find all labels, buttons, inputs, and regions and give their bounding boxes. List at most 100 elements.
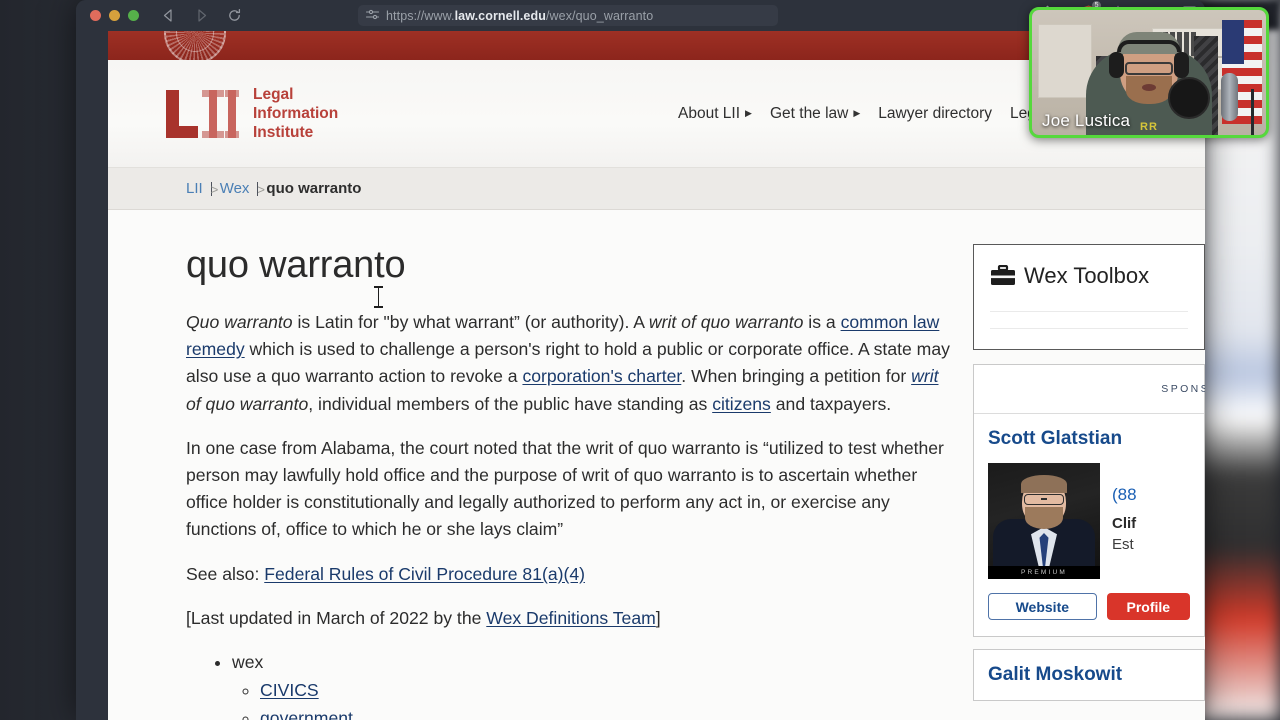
- last-updated-prefix: [Last updated in March of 2022 by the: [186, 607, 487, 628]
- p1-text-8: , individual members of the public have …: [308, 393, 713, 414]
- definition-paragraph: Quo warranto is Latin for "by what warra…: [186, 309, 951, 418]
- webcam-participant-name: Joe Lustica: [1042, 111, 1131, 130]
- taxonomy-root: wex CIVICS government COMMERCE business …: [232, 649, 951, 720]
- zoom-window-button[interactable]: [128, 10, 139, 21]
- link-citizens[interactable]: citizens: [712, 394, 771, 414]
- nav-item-get-the-law[interactable]: Get the law ▶: [770, 105, 860, 123]
- sponsored-header: SPONSORED: [974, 365, 1205, 414]
- lii-logo-line-2: Information: [253, 105, 339, 122]
- sponsor-headshot: PREMIUM: [988, 463, 1100, 579]
- forward-button[interactable]: [194, 8, 209, 23]
- webcam-pop-filter: [1168, 77, 1210, 119]
- chevron-right-icon: ▶: [745, 108, 752, 118]
- toolbox-divider: [990, 328, 1188, 329]
- sponsored-label: SPONSORED: [1161, 383, 1205, 395]
- url-domain: law.cornell.edu: [454, 8, 546, 23]
- back-button[interactable]: [161, 8, 176, 23]
- webcam-overlay[interactable]: RR Joe Lustica: [1029, 7, 1269, 138]
- sponsor-details-row: PREMIUM (88 Clif Est: [988, 463, 1190, 579]
- breadcrumb: LII > Wex > quo warranto: [108, 168, 1205, 210]
- lii-logo-line-3: Institute: [253, 124, 314, 141]
- breadcrumb-separator: >: [257, 181, 266, 197]
- link-corporations-charter[interactable]: corporation's charter: [522, 366, 681, 386]
- p1-text-9: and taxpayers.: [770, 393, 892, 414]
- sponsored-panel: SPONSORED Scott Glatstian: [973, 364, 1205, 637]
- screen: https://www.law.cornell.edu/wex/quo_warr…: [0, 0, 1280, 720]
- taxonomy-root-label: wex: [232, 652, 264, 673]
- sponsor-buttons: Website Profile: [988, 593, 1190, 620]
- see-also-label: See also:: [186, 563, 265, 584]
- lii-logo[interactable]: Legal Information Institute: [162, 85, 338, 142]
- article: quo warranto Quo warranto is Latin for "…: [108, 210, 951, 720]
- breadcrumb-current: quo warranto: [266, 180, 362, 197]
- premium-badge: PREMIUM: [988, 566, 1100, 579]
- webcam-headphone-band: [1117, 40, 1181, 52]
- website-button[interactable]: Website: [988, 593, 1097, 620]
- list-item: government: [260, 705, 951, 720]
- webcam-microphone: [1221, 73, 1238, 121]
- wex-toolbox-title: Wex Toolbox: [990, 263, 1188, 289]
- sidebar: Wex Toolbox SPONSORED Scott Glatstian: [973, 210, 1205, 720]
- nav-label: About LII: [678, 104, 741, 122]
- webcam-shirt-text: RR: [1140, 121, 1158, 133]
- page-content: quo warranto Quo warranto is Latin for "…: [108, 210, 1205, 720]
- sponsor-2-name[interactable]: Galit Moskowit: [988, 664, 1190, 686]
- navigation-buttons: [161, 8, 242, 23]
- p1-text-4: is a: [803, 312, 841, 332]
- taxonomy-link-civics[interactable]: CIVICS: [260, 680, 319, 700]
- webcam-flag-canton: [1222, 20, 1244, 64]
- breadcrumb-item-lii[interactable]: LII: [186, 180, 203, 197]
- writ-italic: writ of quo warranto: [648, 312, 804, 332]
- link-writ[interactable]: writ: [911, 366, 938, 386]
- minimize-window-button[interactable]: [109, 10, 120, 21]
- headshot-hair: [1021, 475, 1067, 493]
- last-updated-paragraph: [Last updated in March of 2022 by the We…: [186, 605, 951, 632]
- url-path: /wex/quo_warranto: [545, 8, 654, 23]
- alabama-case-paragraph: In one case from Alabama, the court note…: [186, 437, 944, 540]
- page-title: quo warranto: [186, 244, 406, 286]
- nav-label: Get the law: [769, 104, 849, 122]
- sponsor-firm: Clif: [1112, 515, 1137, 532]
- webcam-headphone-left: [1109, 52, 1124, 78]
- chevron-right-icon: ▶: [853, 108, 861, 118]
- main-navigation: About LII ▶ Get the law ▶ Lawyer directo…: [678, 105, 1061, 123]
- link-federal-rules-civil-procedure[interactable]: Federal Rules of Civil Procedure 81(a)(4…: [264, 564, 585, 584]
- webcam-headphone-right: [1174, 52, 1189, 78]
- nav-item-lawyer-directory[interactable]: Lawyer directory: [878, 105, 992, 123]
- text-cursor: [374, 286, 383, 308]
- taxonomy-list: wex CIVICS government COMMERCE business …: [232, 649, 951, 720]
- address-bar[interactable]: https://www.law.cornell.edu/wex/quo_warr…: [358, 5, 778, 26]
- sponsor-info: (88 Clif Est: [1112, 463, 1137, 579]
- wex-toolbox-card: Wex Toolbox: [973, 244, 1205, 350]
- headshot-beard: [1025, 507, 1063, 529]
- sponsor-name[interactable]: Scott Glatstian: [988, 428, 1190, 450]
- sponsor-card: Scott Glatstian PREMIUM (88 Clif Est Web…: [974, 414, 1204, 636]
- window-controls: [86, 10, 139, 21]
- url-scheme: https://www.: [386, 8, 455, 23]
- sponsor-practice-area: Est: [1112, 536, 1134, 553]
- breadcrumb-separator: >: [210, 181, 219, 197]
- headshot-glasses: [1024, 494, 1064, 505]
- link-wex-definitions-team[interactable]: Wex Definitions Team: [486, 608, 656, 628]
- profile-button[interactable]: Profile: [1106, 593, 1190, 620]
- last-updated-suffix: ]: [655, 607, 661, 628]
- nav-item-about-lii[interactable]: About LII ▶: [678, 105, 752, 123]
- site-settings-icon[interactable]: [365, 7, 380, 25]
- sponsor-phone[interactable]: (88: [1112, 485, 1137, 505]
- cornell-seal-icon: [164, 31, 226, 60]
- reload-button[interactable]: [227, 8, 242, 23]
- wex-toolbox-label: Wex Toolbox: [1024, 263, 1150, 288]
- p1-italic-7: of quo warranto: [186, 393, 309, 414]
- see-also-paragraph: See also: Federal Rules of Civil Procedu…: [186, 561, 951, 588]
- close-window-button[interactable]: [90, 10, 101, 21]
- lii-wordmark-icon: [166, 89, 239, 138]
- briefcase-icon: [991, 265, 1015, 285]
- lii-logo-text: Legal Information Institute: [253, 85, 338, 142]
- list-item: CIVICS: [260, 677, 951, 704]
- sponsor-card-2: Galit Moskowit: [973, 649, 1205, 701]
- webcam-person-mouth: [1142, 84, 1156, 91]
- lii-logo-line-1: Legal: [253, 86, 294, 103]
- breadcrumb-item-wex[interactable]: Wex: [220, 180, 250, 197]
- taxonomy-link-government[interactable]: government: [260, 708, 353, 720]
- webcam-person-glasses: [1125, 62, 1173, 75]
